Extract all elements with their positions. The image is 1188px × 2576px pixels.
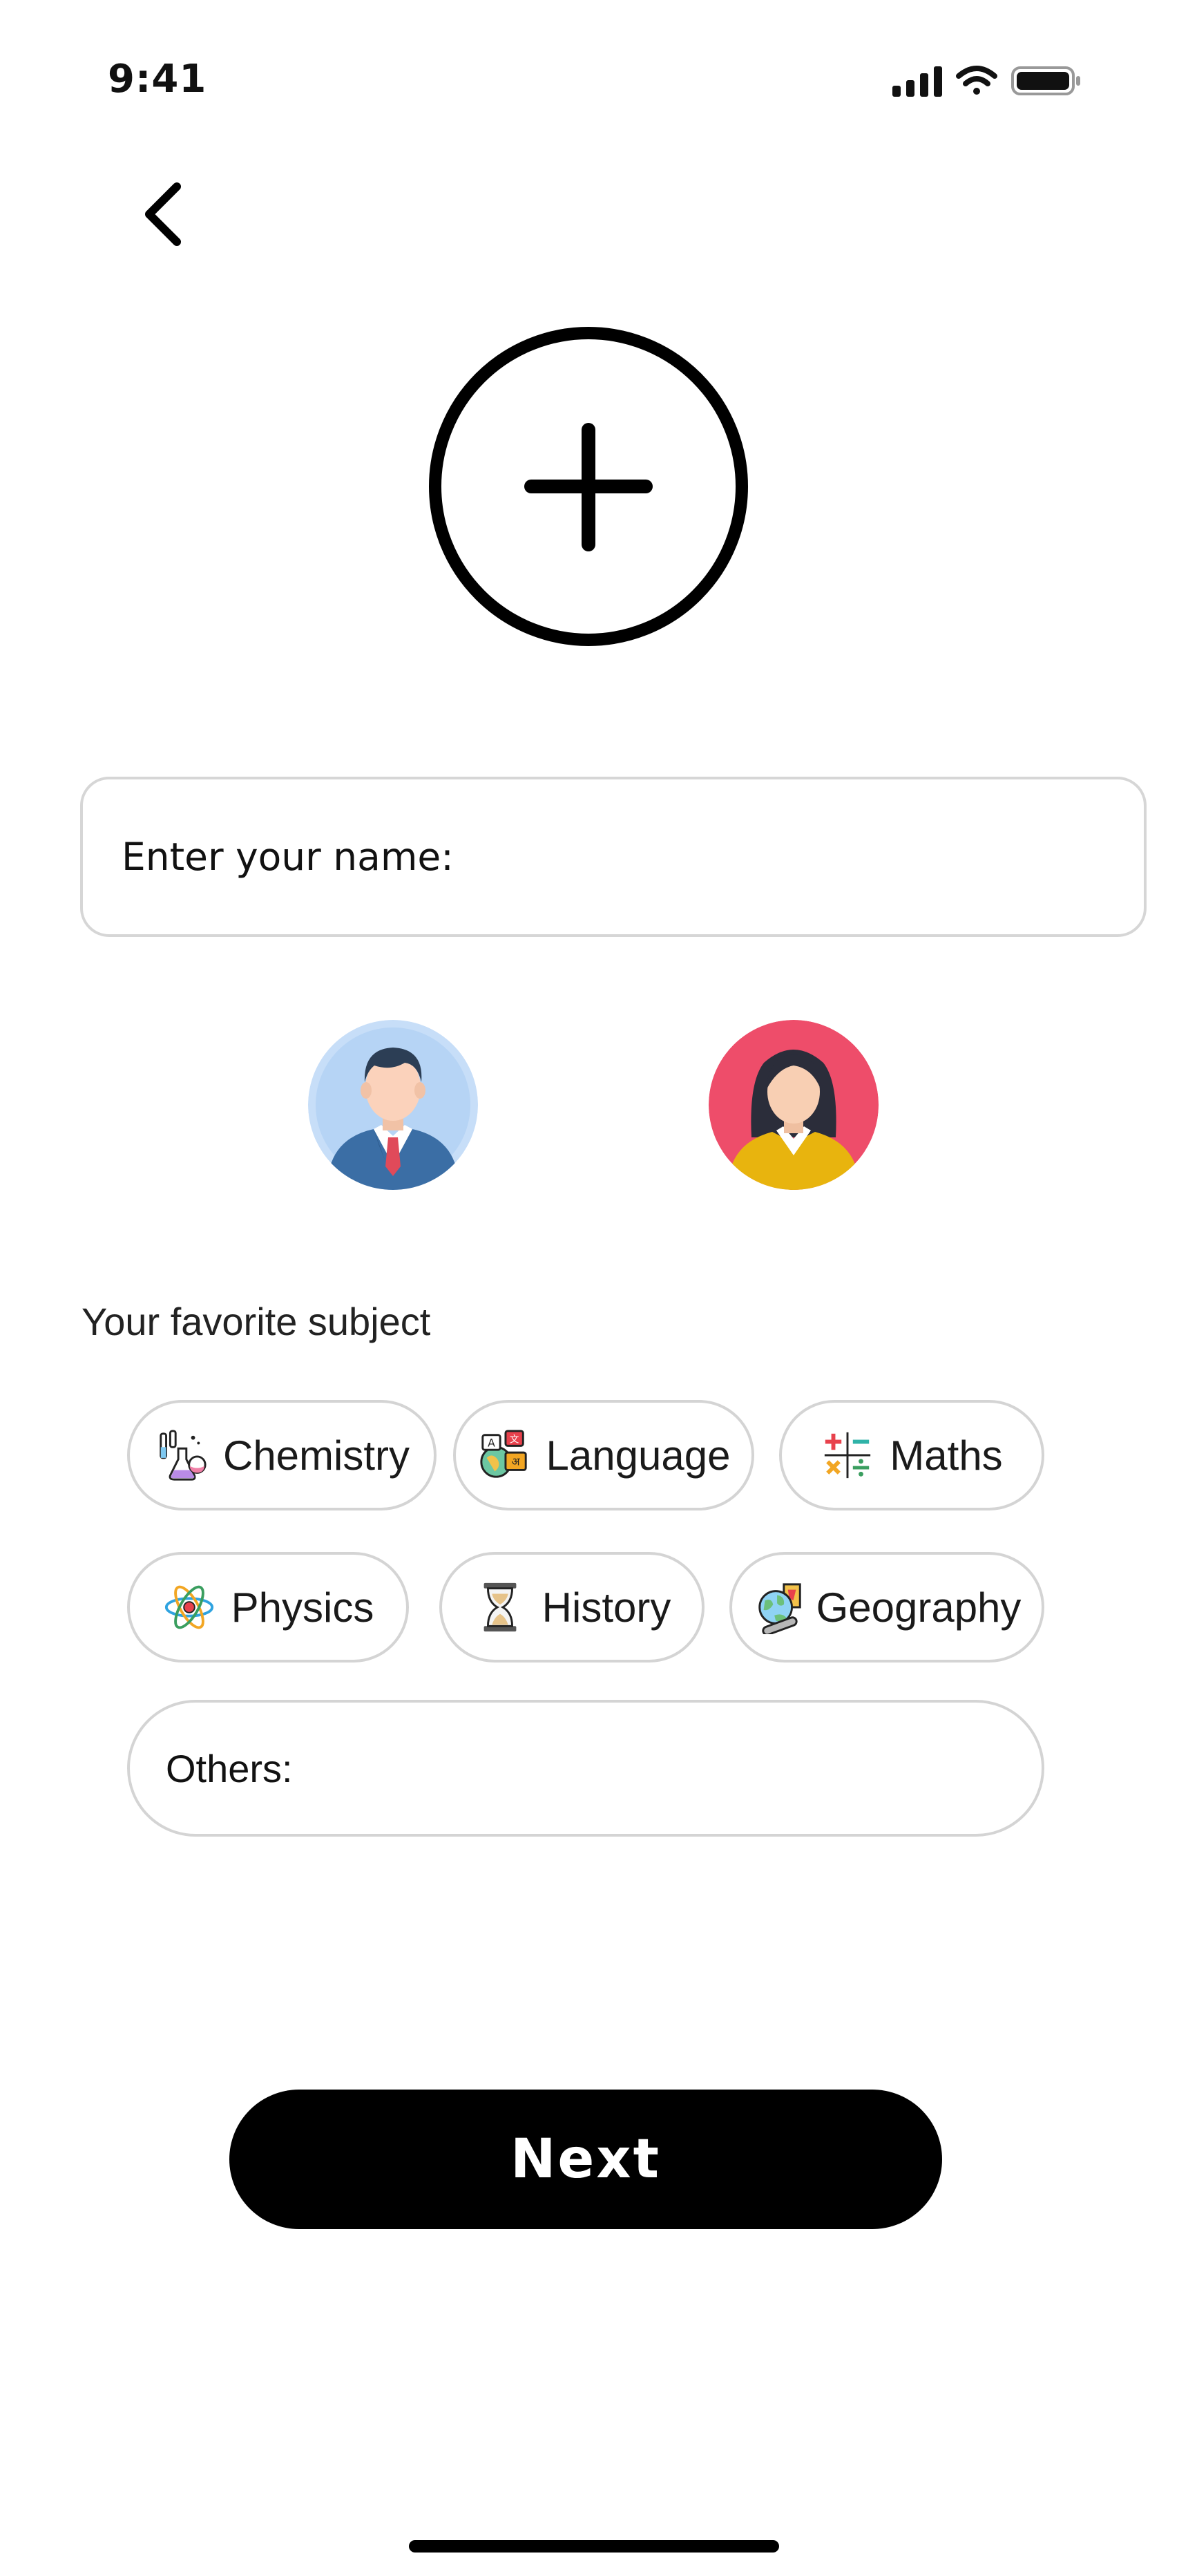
chip-label: Maths: [890, 1432, 1003, 1479]
subject-chip-history[interactable]: History: [439, 1552, 705, 1663]
battery-icon: [1011, 66, 1080, 95]
chip-label: History: [542, 1584, 671, 1631]
female-avatar-icon: [709, 1020, 879, 1190]
name-field[interactable]: [80, 777, 1147, 937]
status-icons: [891, 64, 1084, 98]
male-avatar-icon: [308, 1020, 478, 1190]
svg-text:A: A: [488, 1437, 495, 1449]
subject-chip-chemistry[interactable]: Chemistry: [127, 1400, 437, 1510]
home-indicator: [409, 2540, 779, 2553]
subject-heading: Your favorite subject: [82, 1300, 431, 1343]
subject-chip-language[interactable]: A 文 अ Language: [453, 1400, 754, 1510]
chip-label: Geography: [816, 1584, 1022, 1631]
female-avatar[interactable]: [709, 1020, 879, 1190]
svg-text:文: 文: [509, 1434, 519, 1445]
status-time: 9:41: [108, 57, 207, 102]
next-button[interactable]: Next: [229, 2090, 942, 2229]
signal-icon: [892, 66, 942, 97]
chip-label: Language: [546, 1432, 731, 1479]
name-input[interactable]: [120, 834, 1144, 880]
flask-icon: [160, 1430, 207, 1481]
hourglass-icon: [483, 1582, 517, 1632]
others-field[interactable]: [127, 1700, 1044, 1837]
chevron-left-icon: [145, 182, 181, 246]
wifi-icon: [956, 66, 997, 95]
subject-chip-physics[interactable]: Physics: [127, 1552, 409, 1663]
plus-circle-icon: [429, 327, 748, 646]
others-input[interactable]: [164, 1745, 1042, 1792]
subject-chip-geography[interactable]: Geography: [729, 1552, 1044, 1663]
chip-label: Chemistry: [222, 1432, 410, 1479]
globe-map-icon: [758, 1583, 801, 1634]
back-button[interactable]: [124, 173, 207, 256]
language-icon: A 文 अ: [479, 1430, 527, 1478]
math-symbols-icon: [825, 1432, 871, 1479]
svg-text:अ: अ: [511, 1456, 520, 1468]
atom-icon: [164, 1585, 213, 1629]
subject-chip-maths[interactable]: Maths: [779, 1400, 1044, 1510]
male-avatar[interactable]: [308, 1020, 478, 1190]
add-photo-button[interactable]: [428, 326, 749, 647]
chip-label: Physics: [231, 1584, 374, 1631]
